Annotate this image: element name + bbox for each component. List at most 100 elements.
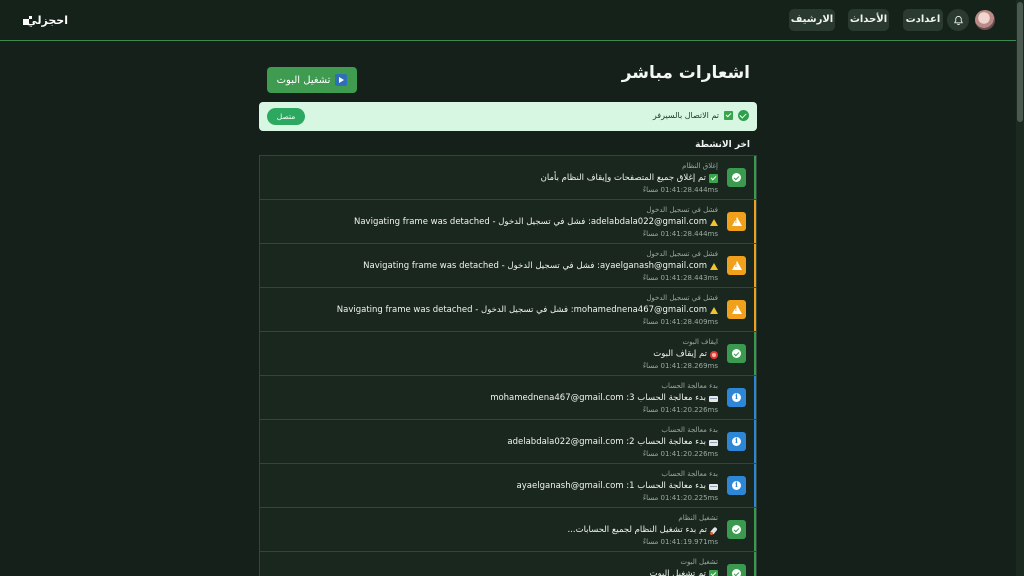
warning-status-icon — [727, 300, 746, 319]
activity-timestamp: 01:41:20.226ms مساءً — [642, 406, 718, 414]
activity-message: بدء معالجة الحساب 3: mohamednena467@gmai… — [490, 393, 706, 403]
page-title: اشعارات مباشر — [621, 63, 750, 83]
activity-timestamp: 01:41:19.971ms مساءً — [642, 538, 718, 546]
check-box-icon — [709, 174, 718, 183]
run-bot-button[interactable]: تشغيل البوت — [267, 67, 357, 93]
activity-message: ayaelganash@gmail.com: فشل في تسجيل الدخ… — [363, 261, 707, 271]
activity-category: إغلاق النظام — [682, 162, 718, 170]
activity-status-stripe — [754, 244, 756, 287]
activity-status-stripe — [754, 156, 756, 199]
activity-message: تم إيقاف البوت — [653, 349, 707, 359]
activity-category: فشل في تسجيل الدخول — [646, 206, 718, 214]
warning-icon — [710, 307, 718, 314]
connection-text: تم الاتصال بالسيرفر — [652, 111, 719, 120]
activity-item: فشل في تسجيل الدخول adelabdala022@gmail.c… — [259, 199, 757, 243]
activity-message-row: بدء معالجة الحساب 3: mohamednena467@gmai… — [490, 392, 718, 405]
scrollbar-thumb[interactable] — [1017, 2, 1023, 122]
activity-timestamp: 01:41:28.443ms مساءً — [642, 274, 718, 282]
activity-timestamp: 01:41:28.409ms مساءً — [642, 318, 718, 326]
status-badge: متصل — [267, 108, 305, 125]
card-icon — [709, 483, 718, 490]
activity-category: تشغيل النظام — [678, 514, 718, 522]
activity-message-row: تم بدء تشغيل النظام لجميع الحسابات... — [567, 524, 718, 537]
warning-status-icon — [727, 256, 746, 275]
card-icon — [709, 395, 718, 402]
activity-status-stripe — [754, 508, 756, 551]
success-status-icon — [727, 168, 746, 187]
activity-message-row: تم تشغيل البوت — [650, 568, 718, 576]
check-box-icon — [709, 570, 718, 576]
activity-message-row: بدء معالجة الحساب 2: adelabdala022@gmail… — [507, 436, 718, 449]
connection-status-bar: تم الاتصال بالسيرفر متصل — [259, 102, 757, 131]
activity-message: تم تشغيل البوت — [649, 569, 706, 576]
activity-category: فشل في تسجيل الدخول — [646, 294, 718, 302]
rocket-icon — [710, 527, 718, 535]
activity-message: mohamednena467@gmail.com: فشل في تسجيل ا… — [336, 305, 707, 315]
activity-status-stripe — [754, 420, 756, 463]
success-status-icon — [727, 344, 746, 363]
activity-message-row: ayaelganash@gmail.com: فشل في تسجيل الدخ… — [363, 260, 718, 273]
activity-category: ايقاف البوت — [682, 338, 718, 346]
activity-item: بدء معالجة الحساب بدء معالجة الحساب 3: mo… — [259, 375, 757, 419]
activity-message-row: mohamednena467@gmail.com: فشل في تسجيل ا… — [337, 304, 718, 317]
activity-category: فشل في تسجيل الدخول — [646, 250, 718, 258]
recent-activity-heading: اخر الانشطة — [695, 140, 750, 150]
nav-archive-button[interactable]: الارشيف — [789, 9, 835, 31]
activity-category: بدء معالجة الحساب — [661, 382, 718, 390]
activity-item: تشغيل البوت تم تشغيل البوت — [259, 551, 757, 576]
activity-status-stripe — [754, 376, 756, 419]
nav-events-button[interactable]: الأحداث — [848, 9, 889, 31]
warning-icon — [710, 263, 718, 270]
activity-message-row: بدء معالجة الحساب 1: ayaelganash@gmail.c… — [517, 480, 718, 493]
success-status-icon — [727, 564, 746, 576]
activity-timestamp: 01:41:28.269ms مساءً — [642, 362, 718, 370]
user-avatar[interactable] — [975, 10, 995, 30]
stop-icon — [710, 350, 718, 359]
activity-message-row: adelabdala022@gmail.com: فشل في تسجيل ال… — [354, 216, 718, 229]
activity-status-stripe — [754, 200, 756, 243]
top-navbar: اعدادت الأحداث الارشيف احجزلي — [0, 0, 1016, 41]
app-logo[interactable]: احجزلي — [23, 12, 68, 28]
activity-status-stripe — [754, 552, 756, 576]
warning-status-icon — [727, 212, 746, 231]
bell-icon — [953, 15, 963, 25]
activity-message: adelabdala022@gmail.com: فشل في تسجيل ال… — [353, 217, 707, 227]
activity-message-row: تم إيقاف البوت — [643, 348, 718, 361]
activity-message-row: تم إغلاق جميع المتصفحات وإيقاف النظام بأ… — [541, 172, 718, 185]
play-icon — [335, 74, 348, 86]
activity-category: بدء معالجة الحساب — [661, 470, 718, 478]
info-status-icon — [727, 432, 746, 451]
activity-message: تم بدء تشغيل النظام لجميع الحسابات... — [567, 525, 707, 535]
activity-item: بدء معالجة الحساب بدء معالجة الحساب 1: ay… — [259, 463, 757, 507]
activity-item: ايقاف البوت تم إيقاف البوت 01:41:28.269ms … — [259, 331, 757, 375]
info-status-icon — [727, 388, 746, 407]
activity-item: تشغيل النظام تم بدء تشغيل النظام لجميع ال… — [259, 507, 757, 551]
activity-list: إغلاق النظام تم إغلاق جميع المتصفحات وإيق… — [259, 155, 757, 576]
notifications-button[interactable] — [947, 9, 969, 31]
card-icon — [709, 439, 718, 446]
check-circle-icon — [738, 110, 749, 121]
activity-category: بدء معالجة الحساب — [661, 426, 718, 434]
activity-item: إغلاق النظام تم إغلاق جميع المتصفحات وإيق… — [259, 155, 757, 199]
check-box-icon — [724, 111, 733, 120]
info-status-icon — [727, 476, 746, 495]
page-scrollbar[interactable] — [1016, 0, 1024, 576]
activity-status-stripe — [754, 332, 756, 375]
activity-item: فشل في تسجيل الدخول ayaelganash@gmail.com… — [259, 243, 757, 287]
activity-message: بدء معالجة الحساب 2: adelabdala022@gmail… — [507, 437, 706, 447]
activity-timestamp: 01:41:28.444ms مساءً — [642, 186, 718, 194]
activity-timestamp: 01:41:20.226ms مساءً — [642, 450, 718, 458]
activity-category: تشغيل البوت — [680, 558, 718, 566]
activity-timestamp: 01:41:28.444ms مساءً — [642, 230, 718, 238]
nav-settings-button[interactable]: اعدادت — [903, 9, 943, 31]
activity-item: فشل في تسجيل الدخول mohamednena467@gmail.… — [259, 287, 757, 331]
run-bot-label: تشغيل البوت — [276, 74, 331, 86]
activity-status-stripe — [754, 288, 756, 331]
logo-text: احجزلي — [26, 13, 68, 27]
warning-icon — [710, 219, 718, 226]
success-status-icon — [727, 520, 746, 539]
activity-item: بدء معالجة الحساب بدء معالجة الحساب 2: ad… — [259, 419, 757, 463]
activity-message: تم إغلاق جميع المتصفحات وإيقاف النظام بأ… — [540, 173, 706, 183]
activity-message: بدء معالجة الحساب 1: ayaelganash@gmail.c… — [516, 481, 706, 491]
activity-timestamp: 01:41:20.225ms مساءً — [642, 494, 718, 502]
